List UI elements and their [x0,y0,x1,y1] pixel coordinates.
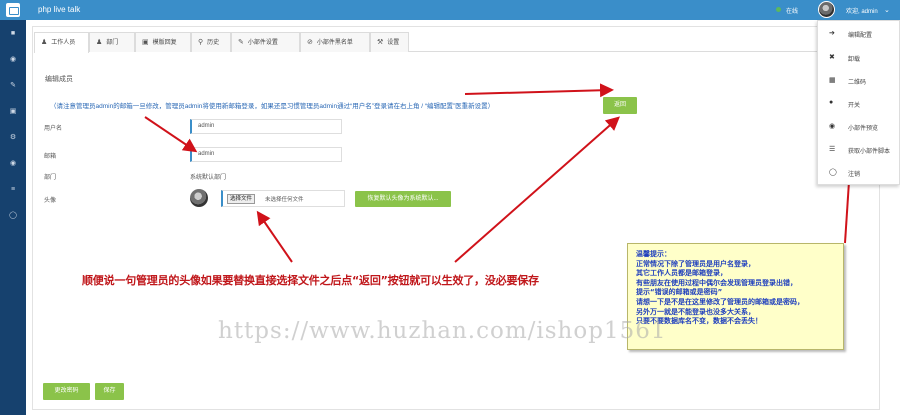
menu-item-widget-script[interactable]: ☰ 获取小部件脚本 [818,143,900,157]
menu-item-switch[interactable]: ● 开关 [818,97,900,111]
arrow-to-file [256,210,293,263]
menu-item-edit-config[interactable]: ➔ 编辑配置 [818,27,900,41]
menu-item-widget-preview[interactable]: ◉ 小部件预览 [818,120,900,134]
arrow-to-notice [464,83,614,98]
qrcode-icon: ▦ [829,77,836,84]
close-icon: ✖ [829,54,835,61]
arrow-to-back [454,116,620,263]
user-dropdown-menu: ➔ 编辑配置 ✖ 卸载 ▦ 二维码 ● 开关 ◉ 小部件预览 ☰ 获取小部件脚本 ◯ 注销 [817,20,900,185]
tip-line: 正常情况下除了管理员是用户名登录， [636,259,755,268]
arrow-right-icon: ➔ [829,30,835,37]
tip-line: 有些朋友在使用过程中偶尔会发现管理员登录出错， [636,278,797,287]
menu-item-logout[interactable]: ◯ 注销 [818,166,900,180]
eye-icon: ◉ [829,123,836,130]
menu-item-uninstall[interactable]: ✖ 卸载 [818,51,900,65]
code-icon: ☰ [829,146,836,153]
annotation-arrows [144,39,865,263]
tip-line: 另外万一就是不能登录也没多大关系， [636,307,755,316]
arrow-to-email [144,116,198,153]
menu-item-qrcode[interactable]: ▦ 二维码 [818,74,900,88]
tip-line: 请想一下是不是在这里修改了管理员的邮箱或是密码， [636,297,804,306]
tip-line: 提示“错误的邮箱或是密码” [636,288,723,297]
tip-line: 其它工作人员都是邮箱登录， [636,269,727,278]
watermark: https://www.huzhan.com/ishop1561 [218,318,667,344]
logout-icon: ◯ [829,169,837,176]
power-icon: ● [829,99,834,106]
avatar-tip-annotation: 顺便说一句管理员的头像如果要替换直接选择文件之后点“返回”按钮就可以生效了，没必… [82,274,539,287]
tip-line: 温馨提示： [636,250,671,258]
